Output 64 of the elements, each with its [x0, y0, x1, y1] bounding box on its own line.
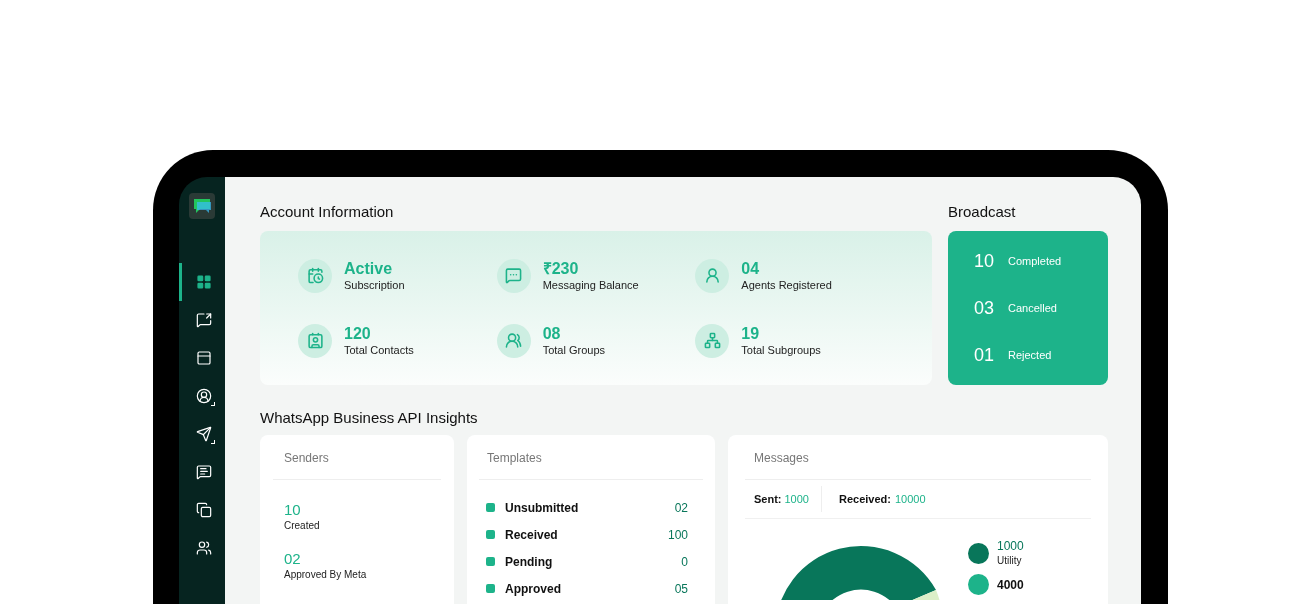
broadcast-count: 10 — [974, 249, 996, 273]
status-square-icon — [486, 530, 495, 539]
submenu-corner-icon — [211, 440, 215, 444]
contact-book-icon — [298, 323, 332, 358]
section-title: Broadcast — [948, 202, 1017, 221]
stat-label: Messaging Balance — [542, 277, 639, 292]
stat-label: Total Subgroups — [741, 342, 821, 357]
sender-count: 02 — [284, 551, 302, 567]
broadcast-label: Cancelled — [1008, 300, 1057, 316]
status-square-icon — [486, 503, 495, 512]
users-icon — [195, 540, 212, 556]
template-count: 100 — [667, 526, 688, 544]
broadcast-count: 01 — [974, 343, 996, 367]
broadcast-count: 03 — [974, 296, 996, 320]
template-status: Unsubmitted — [505, 499, 580, 517]
sender-label: Approved By Meta — [284, 568, 368, 582]
stat-value: 120 — [344, 324, 372, 343]
copy-icon — [195, 502, 212, 518]
template-count: 05 — [674, 580, 688, 598]
broadcast-label: Rejected — [1008, 347, 1052, 363]
sender-count: 10 — [284, 502, 302, 518]
person-icon — [695, 258, 730, 293]
stat-value: 19 — [741, 324, 761, 343]
section-title: WhatsApp Business API Insights — [260, 408, 479, 427]
template-status: Pending — [505, 553, 554, 571]
status-square-icon — [486, 557, 495, 566]
legend-value: 1000 — [997, 539, 1024, 553]
stat-label: Total Contacts — [344, 342, 414, 357]
stat-label: Subscription — [344, 277, 405, 292]
submenu-corner-icon — [211, 402, 215, 406]
card-title: Messages — [745, 435, 1091, 480]
dashboard-icon — [195, 274, 212, 290]
logo-icon — [189, 193, 215, 219]
received-label: Received: — [839, 491, 891, 507]
template-count: 0 — [681, 553, 688, 571]
card-title: Senders — [273, 435, 441, 480]
user-circle-icon — [195, 388, 212, 404]
template-status: Approved — [505, 580, 562, 598]
sender-label: Created — [284, 519, 321, 533]
calendar-clock-icon — [298, 258, 332, 293]
stat-label: Agents Registered — [741, 277, 832, 292]
stat-value: 04 — [741, 259, 761, 278]
legend-label: Utility — [997, 554, 1023, 568]
stat-label: Total Groups — [542, 342, 606, 357]
template-count: 02 — [674, 499, 688, 517]
chat-bubble-icon — [496, 258, 531, 293]
template-status: Received — [505, 526, 559, 544]
sent-label: Sent: — [754, 491, 782, 507]
stat-value: ₹230 — [542, 259, 580, 278]
group-network-icon — [695, 323, 730, 358]
card-title: Templates — [479, 435, 703, 480]
people-icon — [496, 323, 531, 358]
chat-arrow-icon — [195, 312, 212, 328]
stat-value: Active — [344, 259, 394, 278]
chat-icon — [195, 464, 212, 480]
stat-value: 08 — [542, 324, 562, 343]
send-icon — [195, 426, 212, 442]
legend-value: 4000 — [997, 577, 1024, 592]
broadcast-label: Completed — [1008, 253, 1062, 269]
section-title: Account Information — [260, 202, 395, 221]
status-square-icon — [486, 584, 495, 593]
sent-count: 1000 — [784, 491, 809, 507]
window-icon — [195, 350, 212, 366]
received-count: 10000 — [894, 491, 926, 507]
